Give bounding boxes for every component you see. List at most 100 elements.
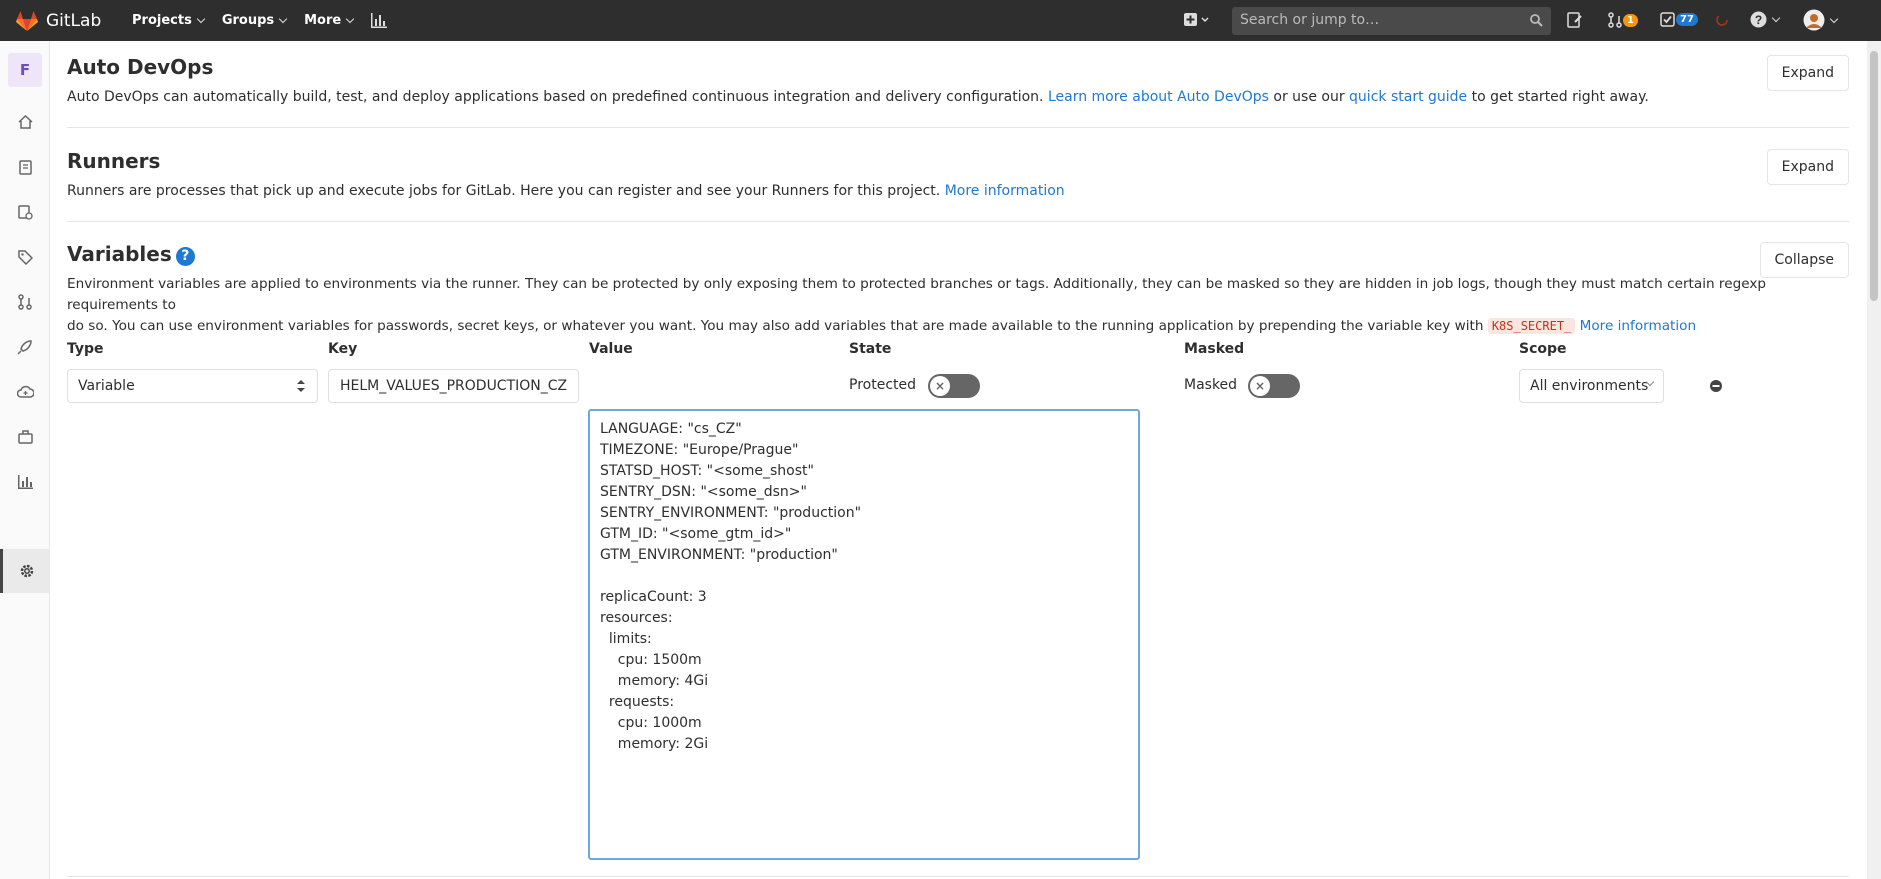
description-text: to get started right away. [1471,89,1649,105]
variable-type-select[interactable]: Variable [67,369,318,403]
sidebar-item-project[interactable] [0,104,50,140]
expand-button[interactable]: Expand [1766,55,1849,91]
page-scrollbar[interactable] [1867,41,1881,879]
quick-start-link[interactable]: quick start guide [1349,89,1467,105]
close-icon: × [930,376,950,396]
sidebar-item-settings[interactable] [0,549,50,593]
variable-type-value: Variable [78,378,135,394]
more-information-link[interactable]: More information [945,183,1065,199]
sidebar-item-merge-requests[interactable] [0,284,50,320]
column-masked: Masked [1184,341,1245,357]
search-input[interactable]: Search or jump to… [1232,7,1551,35]
todo-check-icon [1660,12,1675,27]
column-state: State [849,341,892,357]
auto-devops-section: Auto DevOps Auto DevOps can automaticall… [67,55,1849,135]
svg-text:?: ? [1755,13,1762,27]
groups-dropdown[interactable]: Groups [221,13,288,28]
repository-icon [18,159,32,175]
description-text: Runners are processes that pick up and e… [67,183,941,199]
sidebar-item-labels[interactable] [0,239,50,275]
section-description: Environment variables are applied to env… [67,274,1849,337]
projects-label: Projects [132,13,192,28]
sidebar-item-ci-cd[interactable] [0,329,50,365]
scrollbar-thumb[interactable] [1870,51,1878,301]
select-arrows-icon [297,380,305,392]
help-dropdown[interactable]: ? [1750,11,1781,28]
sidebar-item-operations[interactable] [0,374,50,410]
close-icon: × [1250,376,1270,396]
column-scope: Scope [1519,341,1567,357]
section-description: Runners are processes that pick up and e… [67,181,1849,202]
section-title: Runners [67,149,161,173]
todos-button[interactable]: 77 [1660,12,1698,27]
chevron-down-icon [345,14,355,24]
protected-label: Protected [849,377,916,393]
scope-value: All environments [1530,378,1649,394]
protected-toggle[interactable]: × [928,374,980,398]
top-navbar: GitLab Projects Groups More Search or ju… [0,0,1881,41]
description-text: or use our [1273,89,1345,105]
expand-button[interactable]: Expand [1766,149,1849,185]
groups-label: Groups [221,13,275,28]
column-type: Type [67,341,104,357]
variables-title: Variables [67,242,172,266]
more-dropdown[interactable]: More [304,13,355,28]
more-information-link[interactable]: More information [1580,318,1696,334]
issues-icon [17,204,33,220]
sidebar-item-repository[interactable] [0,149,50,185]
activity-chart-icon[interactable] [371,13,388,28]
chevron-down-icon [1829,14,1839,23]
divider [67,876,1849,877]
column-key: Key [328,341,358,357]
sidebar-item-analytics[interactable] [0,464,50,500]
description-text: do so. You can use environment variables… [67,318,1484,334]
operations-icon [16,385,34,398]
packages-icon [17,430,33,444]
app-name: GitLab [46,10,102,31]
help-icon: ? [1750,11,1767,28]
auto-devops-link[interactable]: Learn more about Auto DevOps [1048,89,1269,105]
avatar [1803,9,1825,31]
collapse-button[interactable]: Collapse [1759,242,1849,278]
merge-requests-button[interactable]: 1 [1608,12,1638,28]
settings-icon [20,564,33,578]
projects-dropdown[interactable]: Projects [132,13,206,28]
variable-key-input[interactable]: HELM_VALUES_PRODUCTION_CZ [328,369,579,403]
section-description: Auto DevOps can automatically build, tes… [67,87,1849,108]
scope-dropdown[interactable]: All environments [1519,369,1664,403]
help-icon[interactable]: ? [175,247,195,266]
status-spinner-icon [1716,14,1728,26]
variable-value-textarea[interactable]: LANGUAGE: "cs_CZ" TIMEZONE: "Europe/Prag… [588,409,1140,860]
rocket-icon [17,340,32,355]
divider [67,127,1849,128]
description-text: Auto DevOps can automatically build, tes… [67,89,1044,105]
section-title: Auto DevOps [67,55,214,79]
project-sidebar: F [0,41,50,879]
sidebar-item-issues[interactable] [0,194,50,230]
section-title: Variables? [67,242,1849,266]
project-avatar[interactable]: F [8,53,42,87]
divider [67,221,1849,222]
analytics-icon [17,475,33,489]
new-item-icon[interactable] [1184,11,1212,29]
more-label: More [304,13,342,28]
variables-section: Variables? Environment variables are app… [67,242,1849,334]
nav-menu: Projects Groups More [132,13,388,28]
chevron-down-icon [196,14,206,24]
sidebar-item-packages[interactable] [0,419,50,455]
labels-icon [17,249,33,265]
masked-label: Masked [1184,377,1238,393]
gitlab-tanuki-icon [16,10,38,31]
remove-variable-icon[interactable] [1709,379,1723,393]
column-value: Value [589,341,633,357]
merge-request-icon [18,294,32,310]
user-menu-dropdown[interactable] [1803,9,1839,31]
masked-toggle[interactable]: × [1248,374,1300,398]
chevron-down-icon [278,14,288,24]
gitlab-logo[interactable]: GitLab [16,10,112,31]
issues-icon[interactable] [1567,12,1583,28]
description-text: Environment variables are applied to env… [67,276,1766,313]
home-icon [17,115,33,129]
merge-requests-badge: 1 [1623,13,1638,27]
todos-badge: 77 [1676,13,1698,26]
